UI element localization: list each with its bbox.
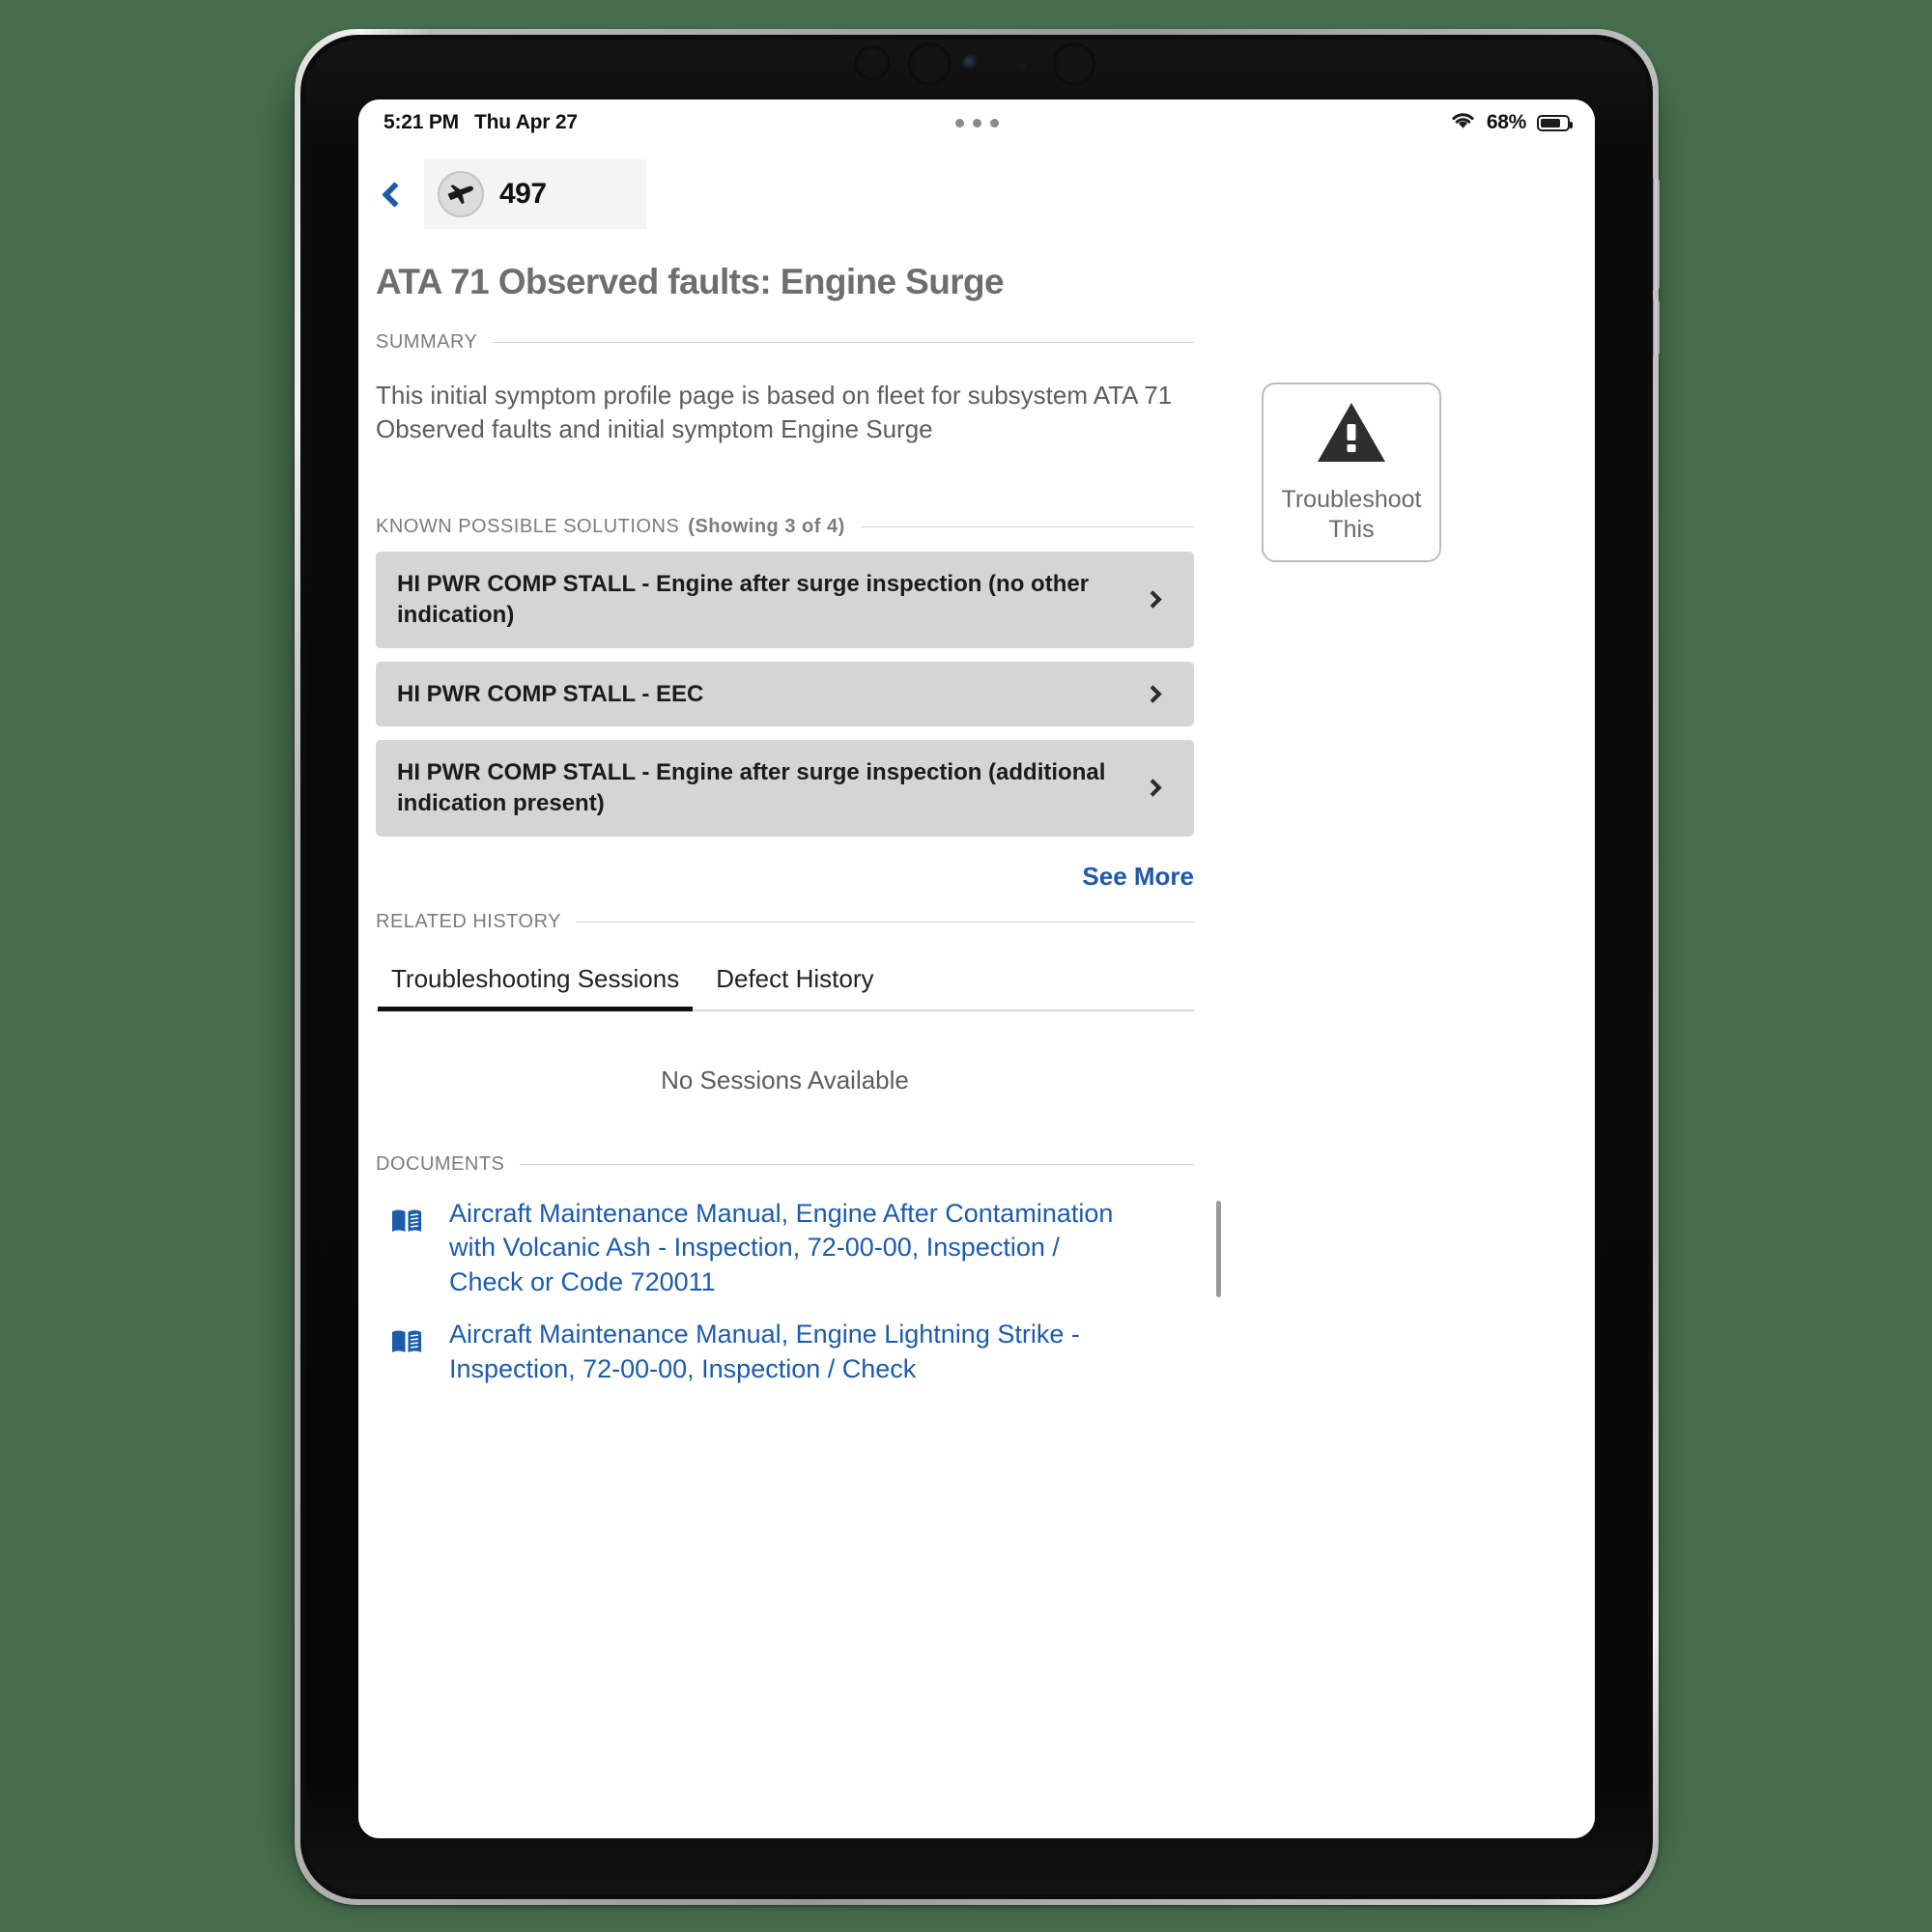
divider xyxy=(860,526,1194,528)
see-more-row: See More xyxy=(376,862,1194,892)
related-history-label: RELATED HISTORY xyxy=(376,910,561,932)
chevron-left-icon xyxy=(381,181,408,208)
ambient-light-sensor-icon xyxy=(1016,60,1026,70)
divider xyxy=(577,921,1194,923)
solution-title: HI PWR COMP STALL - EEC xyxy=(397,680,704,707)
solutions-section-header: KNOWN POSSIBLE SOLUTIONS (Showing 3 of 4… xyxy=(376,516,1194,538)
content-column: ATA 71 Observed faults: Engine Surge SUM… xyxy=(358,242,1221,1405)
battery-percent: 68% xyxy=(1486,111,1526,133)
solution-card[interactable]: HI PWR COMP STALL - Engine after surge i… xyxy=(376,552,1194,648)
screenshot-stage: 5:21 PM Thu Apr 27 68% 497 ATA 71 Observ… xyxy=(0,0,1932,1932)
book-icon xyxy=(391,1329,422,1359)
document-row[interactable]: Aircraft Maintenance Manual, Engine Afte… xyxy=(391,1197,1194,1301)
empty-state-text: No Sessions Available xyxy=(661,1065,909,1094)
troubleshoot-this-label: Troubleshoot This xyxy=(1281,486,1422,543)
related-history-tabs: Troubleshooting Sessions Defect History xyxy=(376,960,1194,1011)
camera-sensor-2 xyxy=(908,43,951,85)
app-content: 497 ATA 71 Observed faults: Engine Surge… xyxy=(358,146,1595,1838)
chevron-right-icon xyxy=(1144,779,1162,798)
solutions-label-group: KNOWN POSSIBLE SOLUTIONS (Showing 3 of 4… xyxy=(376,516,845,538)
documents-label: DOCUMENTS xyxy=(376,1152,505,1175)
document-title[interactable]: Aircraft Maintenance Manual, Engine Ligh… xyxy=(449,1318,1116,1387)
summary-section-header: SUMMARY xyxy=(376,331,1194,354)
book-icon xyxy=(391,1208,422,1238)
main-area: ATA 71 Observed faults: Engine Surge SUM… xyxy=(358,242,1595,1405)
troubleshoot-this-button[interactable]: Troubleshoot This xyxy=(1262,383,1441,562)
solution-card[interactable]: HI PWR COMP STALL - EEC xyxy=(376,661,1194,727)
status-bar-left: 5:21 PM Thu Apr 27 xyxy=(384,111,578,134)
documents-scrollbar[interactable] xyxy=(1216,1200,1221,1297)
divider xyxy=(493,342,1194,343)
summary-text: This initial symptom profile page is bas… xyxy=(376,381,1173,444)
see-more-link[interactable]: See More xyxy=(1082,862,1194,892)
volume-down-button[interactable] xyxy=(1653,299,1660,355)
multitask-dots-icon[interactable] xyxy=(954,118,999,128)
summary-label: SUMMARY xyxy=(376,331,478,353)
tab-defect-history[interactable]: Defect History xyxy=(714,960,875,1009)
app-header: 497 xyxy=(358,146,1595,242)
solution-title: HI PWR COMP STALL - Engine after surge i… xyxy=(397,759,1106,816)
battery-icon xyxy=(1537,114,1573,131)
device-screen: 5:21 PM Thu Apr 27 68% 497 ATA 71 Observ… xyxy=(358,99,1595,1838)
solutions-label: KNOWN POSSIBLE SOLUTIONS xyxy=(376,516,680,538)
solution-title: HI PWR COMP STALL - Engine after surge i… xyxy=(397,571,1090,628)
camera-sensor-3 xyxy=(1053,43,1095,85)
tab-troubleshooting-sessions[interactable]: Troubleshooting Sessions xyxy=(377,960,694,1011)
wifi-icon xyxy=(1450,111,1476,135)
solution-card[interactable]: HI PWR COMP STALL - Engine after surge i… xyxy=(376,740,1194,837)
solutions-count: (Showing 3 of 4) xyxy=(688,516,845,538)
divider xyxy=(520,1163,1194,1165)
aircraft-number: 497 xyxy=(499,178,547,210)
chevron-right-icon xyxy=(1144,590,1162,610)
related-history-section-header: RELATED HISTORY xyxy=(376,911,1194,933)
status-time: 5:21 PM xyxy=(384,111,459,133)
documents-section-header: DOCUMENTS xyxy=(376,1153,1194,1176)
airplane-icon xyxy=(438,171,484,217)
status-bar-right: 68% xyxy=(1450,111,1573,135)
status-date: Thu Apr 27 xyxy=(473,111,578,133)
back-button[interactable] xyxy=(372,169,416,219)
front-camera-icon xyxy=(962,55,980,72)
page-title: ATA 71 Observed faults: Engine Surge xyxy=(376,262,1005,301)
document-row[interactable]: Aircraft Maintenance Manual, Engine Ligh… xyxy=(391,1318,1194,1387)
aircraft-chip[interactable]: 497 xyxy=(424,159,646,229)
warning-triangle-icon xyxy=(1316,401,1387,469)
documents-list: Aircraft Maintenance Manual, Engine Afte… xyxy=(376,1197,1221,1388)
document-title[interactable]: Aircraft Maintenance Manual, Engine Afte… xyxy=(449,1197,1116,1301)
volume-up-button[interactable] xyxy=(1653,179,1660,290)
actions-column: Troubleshoot This xyxy=(1194,242,1595,1405)
camera-sensor-1 xyxy=(855,45,890,80)
status-bar: 5:21 PM Thu Apr 27 68% xyxy=(358,99,1595,146)
chevron-right-icon xyxy=(1144,685,1162,703)
